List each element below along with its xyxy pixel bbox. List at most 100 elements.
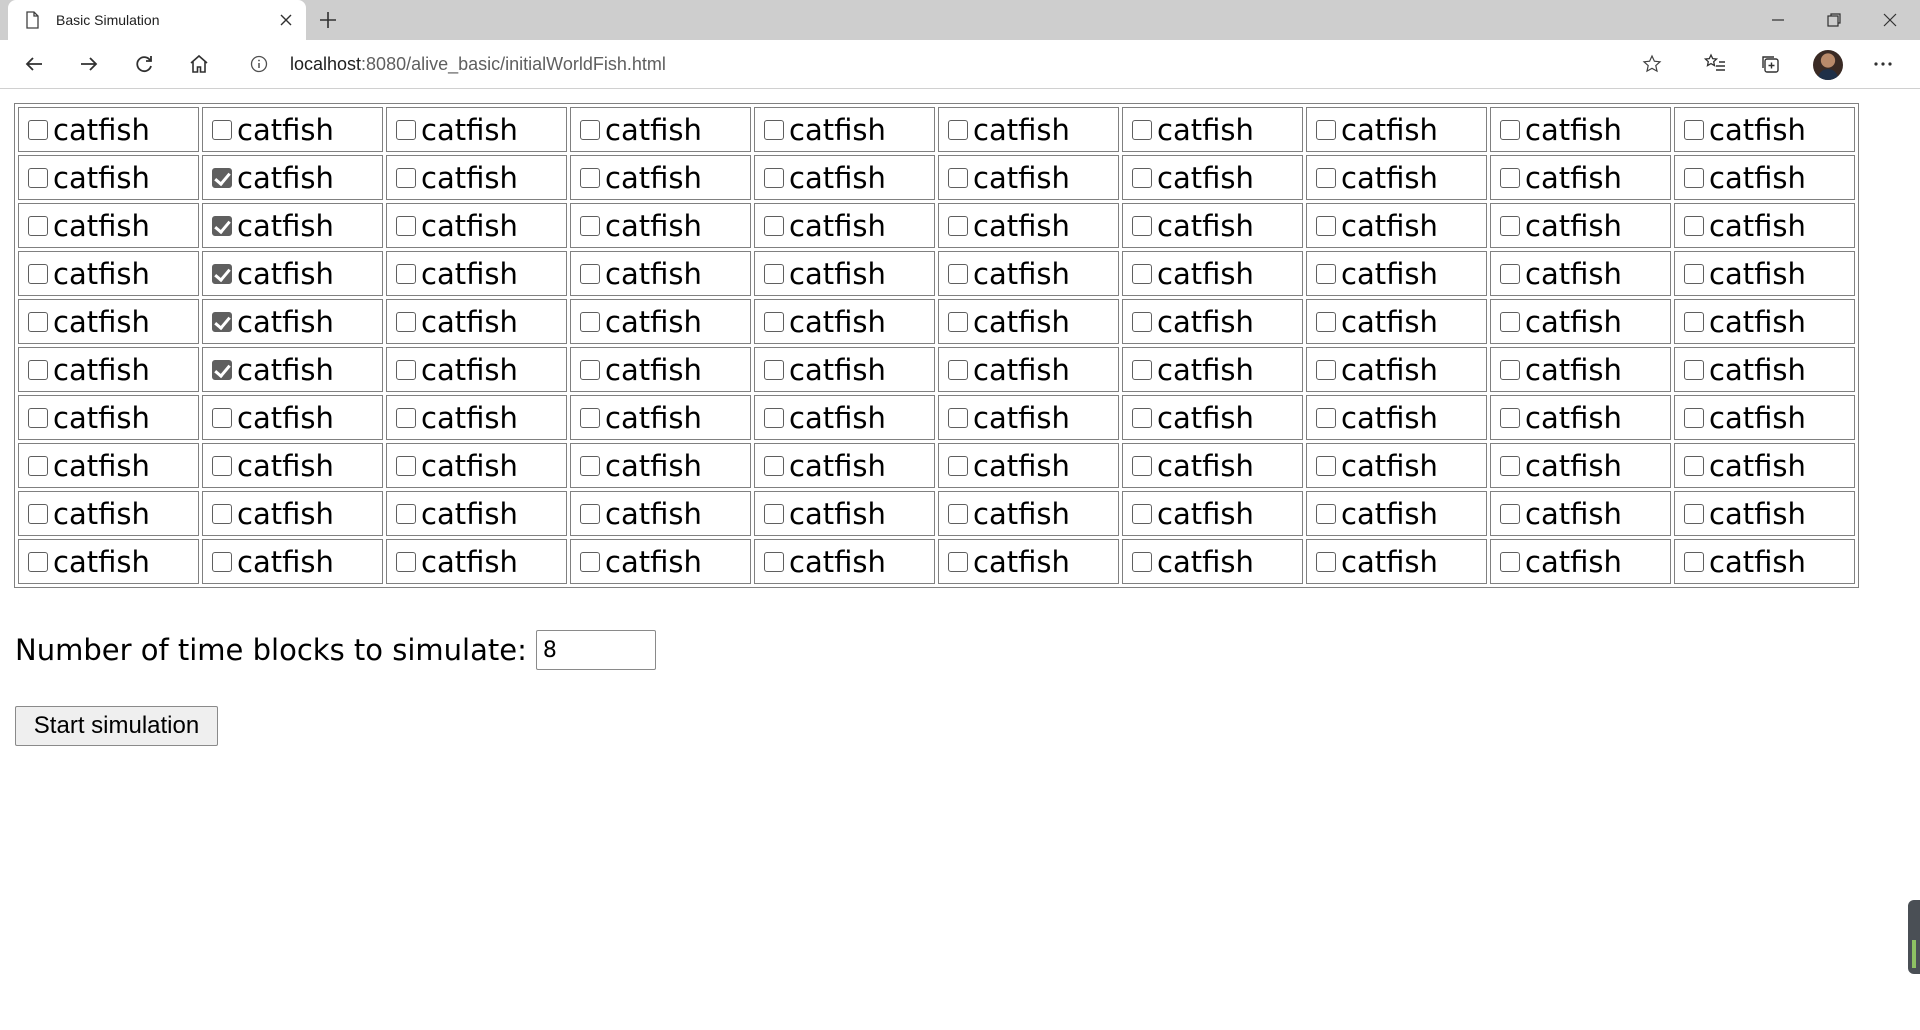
catfish-checkbox[interactable] [1500,503,1520,524]
catfish-checkbox[interactable] [1500,359,1520,380]
catfish-checkbox[interactable] [580,311,600,332]
catfish-checkbox[interactable] [580,407,600,428]
catfish-checkbox[interactable] [1684,119,1704,140]
catfish-checkbox[interactable] [396,503,416,524]
catfish-checkbox[interactable] [764,503,784,524]
catfish-checkbox[interactable] [28,503,48,524]
catfish-checkbox[interactable] [396,407,416,428]
catfish-checkbox[interactable] [1316,407,1336,428]
catfish-checkbox[interactable] [1500,167,1520,188]
catfish-checkbox[interactable] [1500,455,1520,476]
profile-avatar[interactable] [1813,50,1843,80]
catfish-checkbox[interactable] [764,551,784,572]
catfish-checkbox[interactable] [1316,215,1336,236]
catfish-checkbox[interactable] [1316,263,1336,284]
catfish-checkbox[interactable] [948,311,968,332]
catfish-checkbox[interactable] [1684,407,1704,428]
catfish-checkbox[interactable] [28,119,48,140]
start-simulation-button[interactable]: Start simulation [15,706,218,746]
catfish-checkbox[interactable] [1500,263,1520,284]
address-bar[interactable]: localhost:8080/alive_basic/initialWorldF… [236,46,1682,82]
catfish-checkbox[interactable] [396,263,416,284]
catfish-checkbox[interactable] [1132,407,1152,428]
url-text[interactable]: localhost:8080/alive_basic/initialWorldF… [290,54,666,74]
catfish-checkbox[interactable] [28,311,48,332]
catfish-checkbox[interactable] [1132,167,1152,188]
catfish-checkbox[interactable] [28,167,48,188]
browser-tab[interactable]: Basic Simulation [8,0,306,40]
catfish-checkbox[interactable] [212,455,232,476]
time-blocks-input[interactable] [535,630,656,670]
catfish-checkbox[interactable] [212,215,232,236]
catfish-checkbox[interactable] [396,359,416,380]
catfish-checkbox[interactable] [1500,215,1520,236]
catfish-checkbox[interactable] [948,455,968,476]
info-icon[interactable] [250,55,268,73]
catfish-checkbox[interactable] [1684,551,1704,572]
catfish-checkbox[interactable] [28,215,48,236]
catfish-checkbox[interactable] [1132,215,1152,236]
catfish-checkbox[interactable] [580,359,600,380]
favorite-star-icon[interactable] [1642,54,1662,74]
side-panel-handle[interactable] [1908,900,1920,974]
catfish-checkbox[interactable] [212,407,232,428]
catfish-checkbox[interactable] [1500,551,1520,572]
catfish-checkbox[interactable] [28,455,48,476]
catfish-checkbox[interactable] [1132,503,1152,524]
catfish-checkbox[interactable] [396,551,416,572]
catfish-checkbox[interactable] [580,503,600,524]
catfish-checkbox[interactable] [396,167,416,188]
close-tab-icon[interactable] [276,10,296,30]
catfish-checkbox[interactable] [1684,215,1704,236]
catfish-checkbox[interactable] [212,311,232,332]
catfish-checkbox[interactable] [28,407,48,428]
minimize-button[interactable] [1750,0,1806,40]
catfish-checkbox[interactable] [1132,455,1152,476]
catfish-checkbox[interactable] [28,551,48,572]
catfish-checkbox[interactable] [948,167,968,188]
catfish-checkbox[interactable] [396,119,416,140]
catfish-checkbox[interactable] [1316,311,1336,332]
catfish-checkbox[interactable] [580,119,600,140]
catfish-checkbox[interactable] [28,359,48,380]
catfish-checkbox[interactable] [764,311,784,332]
catfish-checkbox[interactable] [1316,551,1336,572]
catfish-checkbox[interactable] [212,359,232,380]
catfish-checkbox[interactable] [1684,263,1704,284]
catfish-checkbox[interactable] [580,551,600,572]
catfish-checkbox[interactable] [1132,359,1152,380]
catfish-checkbox[interactable] [948,215,968,236]
catfish-checkbox[interactable] [948,359,968,380]
catfish-checkbox[interactable] [764,215,784,236]
catfish-checkbox[interactable] [212,551,232,572]
catfish-checkbox[interactable] [1316,503,1336,524]
refresh-button[interactable] [130,50,158,78]
catfish-checkbox[interactable] [212,503,232,524]
catfish-checkbox[interactable] [1132,119,1152,140]
forward-button[interactable] [75,50,103,78]
catfish-checkbox[interactable] [1132,263,1152,284]
catfish-checkbox[interactable] [212,119,232,140]
catfish-checkbox[interactable] [948,407,968,428]
catfish-checkbox[interactable] [1684,311,1704,332]
catfish-checkbox[interactable] [1500,311,1520,332]
close-window-button[interactable] [1862,0,1918,40]
catfish-checkbox[interactable] [764,455,784,476]
catfish-checkbox[interactable] [948,263,968,284]
catfish-checkbox[interactable] [1316,455,1336,476]
catfish-checkbox[interactable] [1316,119,1336,140]
catfish-checkbox[interactable] [212,167,232,188]
catfish-checkbox[interactable] [1684,503,1704,524]
catfish-checkbox[interactable] [948,551,968,572]
catfish-checkbox[interactable] [948,119,968,140]
catfish-checkbox[interactable] [1500,119,1520,140]
catfish-checkbox[interactable] [764,167,784,188]
catfish-checkbox[interactable] [580,167,600,188]
catfish-checkbox[interactable] [764,119,784,140]
restore-button[interactable] [1806,0,1862,40]
catfish-checkbox[interactable] [28,263,48,284]
catfish-checkbox[interactable] [948,503,968,524]
catfish-checkbox[interactable] [1684,167,1704,188]
catfish-checkbox[interactable] [396,311,416,332]
catfish-checkbox[interactable] [396,215,416,236]
